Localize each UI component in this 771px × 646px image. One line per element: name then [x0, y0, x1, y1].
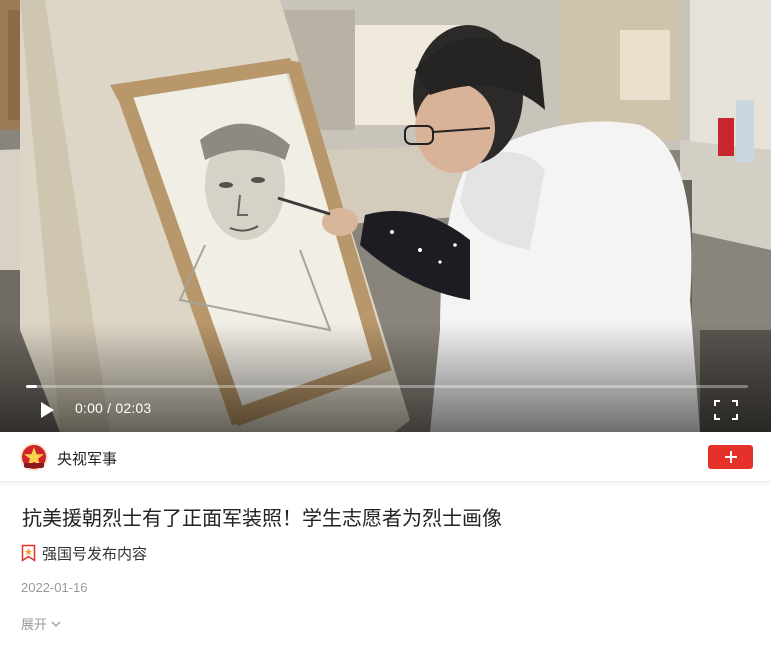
play-icon [41, 402, 54, 418]
article-title: 抗美援朝烈士有了正面军装照！学生志愿者为烈士画像 [22, 506, 502, 530]
expand-label: 展开 [21, 618, 48, 633]
plus-icon [724, 451, 737, 463]
source-row: 强国号发布内容 [21, 543, 147, 563]
video-time: 0:00 / 02:03 [75, 400, 151, 416]
current-time: 0:00 [75, 400, 104, 416]
video-player[interactable]: 0:00 / 02:03 [0, 0, 771, 432]
follow-button[interactable] [708, 445, 753, 469]
play-button[interactable] [36, 399, 58, 421]
fullscreen-icon [714, 400, 738, 420]
progress-fill [26, 385, 37, 388]
avatar[interactable] [20, 443, 48, 471]
cctv-military-logo [20, 443, 48, 471]
source-label: 强国号发布内容 [42, 544, 148, 563]
publish-date: 2022-01-16 [21, 580, 88, 595]
progress-bar[interactable] [26, 385, 748, 388]
expand-button[interactable]: 展开 [21, 614, 61, 633]
chevron-down-icon [51, 621, 61, 627]
fullscreen-button[interactable] [713, 399, 739, 421]
channel-bar: 央视军事 [0, 432, 771, 482]
duration: 02:03 [115, 400, 152, 416]
time-separator: / [103, 400, 116, 416]
channel-name[interactable]: 央视军事 [57, 448, 117, 469]
badge-icon [21, 544, 36, 562]
